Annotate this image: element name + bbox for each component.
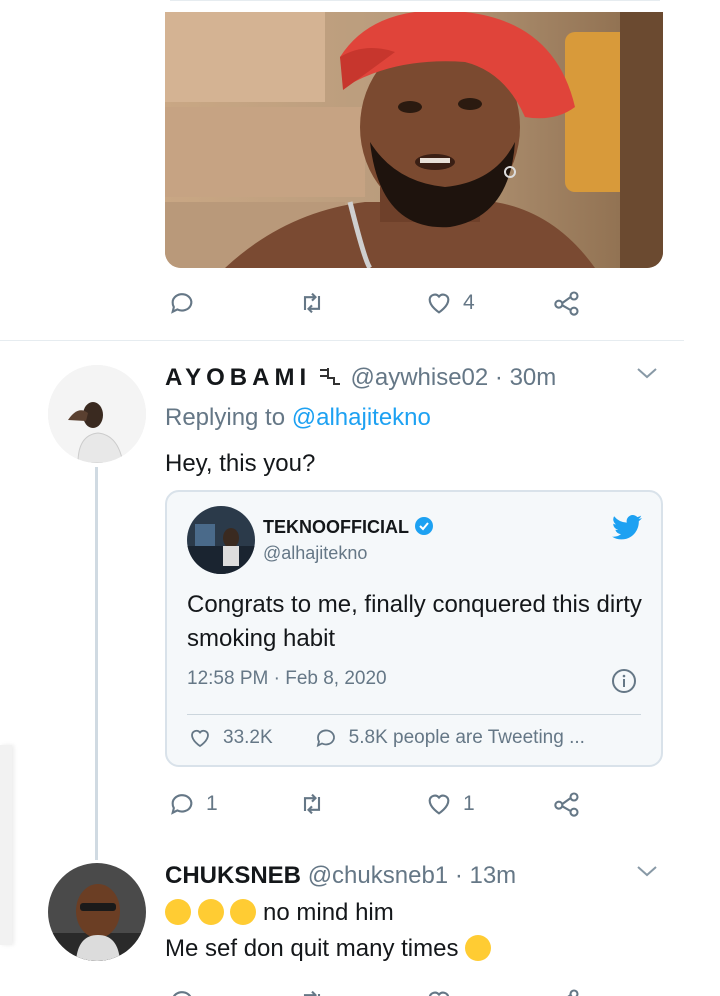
- share-button[interactable]: [553, 787, 581, 821]
- left-edge-overlay: [0, 745, 12, 945]
- tweet-divider: [0, 340, 684, 341]
- like-button[interactable]: 4: [425, 286, 475, 320]
- timestamp: · 13m: [454, 862, 517, 889]
- quoted-name-row: TEKNOOFFICIAL: [263, 516, 434, 538]
- rofl-emoji-icon: [197, 899, 224, 925]
- twitter-bird-icon[interactable]: [611, 514, 643, 547]
- second-reply-line1: no mind him: [165, 896, 394, 930]
- quoted-stats: 33.2K 5.8K people are Tweeting ...: [187, 726, 585, 750]
- avatar-image: [48, 863, 146, 961]
- grinning-emoji-icon: [465, 935, 492, 961]
- share-icon: [567, 989, 579, 996]
- heart-icon: [428, 991, 450, 996]
- reply-button[interactable]: [168, 984, 196, 996]
- verified-badge-icon: [414, 516, 434, 536]
- quoted-like-count: 33.2K: [223, 727, 273, 748]
- retweet-button[interactable]: [298, 286, 336, 320]
- reply-icon: [171, 293, 193, 314]
- share-icon: [554, 291, 579, 316]
- heart-icon: [428, 293, 450, 314]
- reply-icon: [172, 991, 192, 996]
- quoted-avatar[interactable]: [187, 506, 255, 574]
- tweet-media-image[interactable]: [165, 12, 663, 268]
- heart-icon[interactable]: [187, 726, 213, 750]
- avatar-image: [48, 365, 146, 463]
- thread-line: [95, 467, 98, 860]
- quoted-tweet-card[interactable]: TEKNOOFFICIAL @alhajitekno Congrats to m…: [165, 490, 663, 767]
- tweet-text: Hey, this you?: [165, 450, 316, 477]
- chevron-down-icon[interactable]: [636, 366, 658, 385]
- retweet-icon: [303, 793, 321, 815]
- avatar[interactable]: [48, 863, 146, 961]
- display-name[interactable]: CHUKSNEB: [165, 862, 301, 889]
- handle[interactable]: @aywhise02: [350, 364, 488, 391]
- retweet-icon: [303, 990, 321, 996]
- top-separator: [170, 0, 660, 1]
- retweet-button[interactable]: [298, 984, 326, 996]
- second-reply-text-2: Me sef don quit many times: [165, 935, 459, 962]
- reply-button[interactable]: 1: [168, 787, 218, 821]
- like-button[interactable]: 1: [425, 787, 475, 821]
- heart-icon: [428, 794, 450, 815]
- quoted-divider: [187, 714, 641, 715]
- timestamp: · 30m: [494, 364, 557, 391]
- reply-icon: [171, 794, 193, 815]
- like-count: 1: [463, 792, 475, 815]
- chevron-down-icon[interactable]: [636, 864, 658, 883]
- replying-to-link[interactable]: @alhajitekno: [292, 404, 431, 431]
- second-reply-line2: Me sef don quit many times: [165, 932, 492, 966]
- quoted-timestamp[interactable]: 12:58 PM · Feb 8, 2020: [187, 668, 387, 690]
- first-tweet-actions: 4: [160, 286, 600, 320]
- share-button[interactable]: [553, 984, 581, 996]
- quoted-text: Congrats to me, finally conquered this d…: [187, 591, 642, 652]
- display-name[interactable]: AYOBAMI: [165, 364, 311, 391]
- reply-header: AYOBAMI @aywhise02 · 30m: [165, 364, 665, 398]
- retweet-icon: [303, 292, 321, 314]
- laughing-emoji-icon: [230, 899, 257, 925]
- quoted-display-name[interactable]: TEKNOOFFICIAL: [263, 517, 409, 537]
- second-reply-text: no mind him: [263, 899, 394, 926]
- retweet-button[interactable]: [298, 787, 326, 821]
- reply-icon[interactable]: [313, 726, 339, 750]
- like-button[interactable]: [425, 984, 453, 996]
- man-in-red-cap-photo: [165, 12, 663, 268]
- plug-icon: [318, 366, 344, 388]
- avatar[interactable]: [48, 365, 146, 463]
- replying-prefix: Replying to: [165, 404, 286, 431]
- reply-count: 1: [206, 792, 218, 815]
- reply-button[interactable]: [168, 286, 206, 320]
- share-button[interactable]: [553, 286, 581, 320]
- laughing-emoji-icon: [165, 899, 191, 925]
- quoted-tweeting-count[interactable]: 5.8K people are Tweeting ...: [349, 727, 585, 749]
- reply-actions: 1 1: [160, 787, 600, 821]
- second-reply-actions: [160, 984, 600, 996]
- quoted-handle[interactable]: @alhajitekno: [263, 543, 367, 564]
- second-reply-header: CHUKSNEB @chuksneb1 · 13m: [165, 862, 625, 890]
- share-icon: [554, 792, 579, 817]
- info-icon[interactable]: [611, 668, 637, 699]
- like-count: 4: [463, 291, 475, 314]
- replying-to: Replying to @alhajitekno: [165, 401, 431, 435]
- handle[interactable]: @chuksneb1: [308, 862, 448, 889]
- quoted-avatar-image: [187, 506, 255, 574]
